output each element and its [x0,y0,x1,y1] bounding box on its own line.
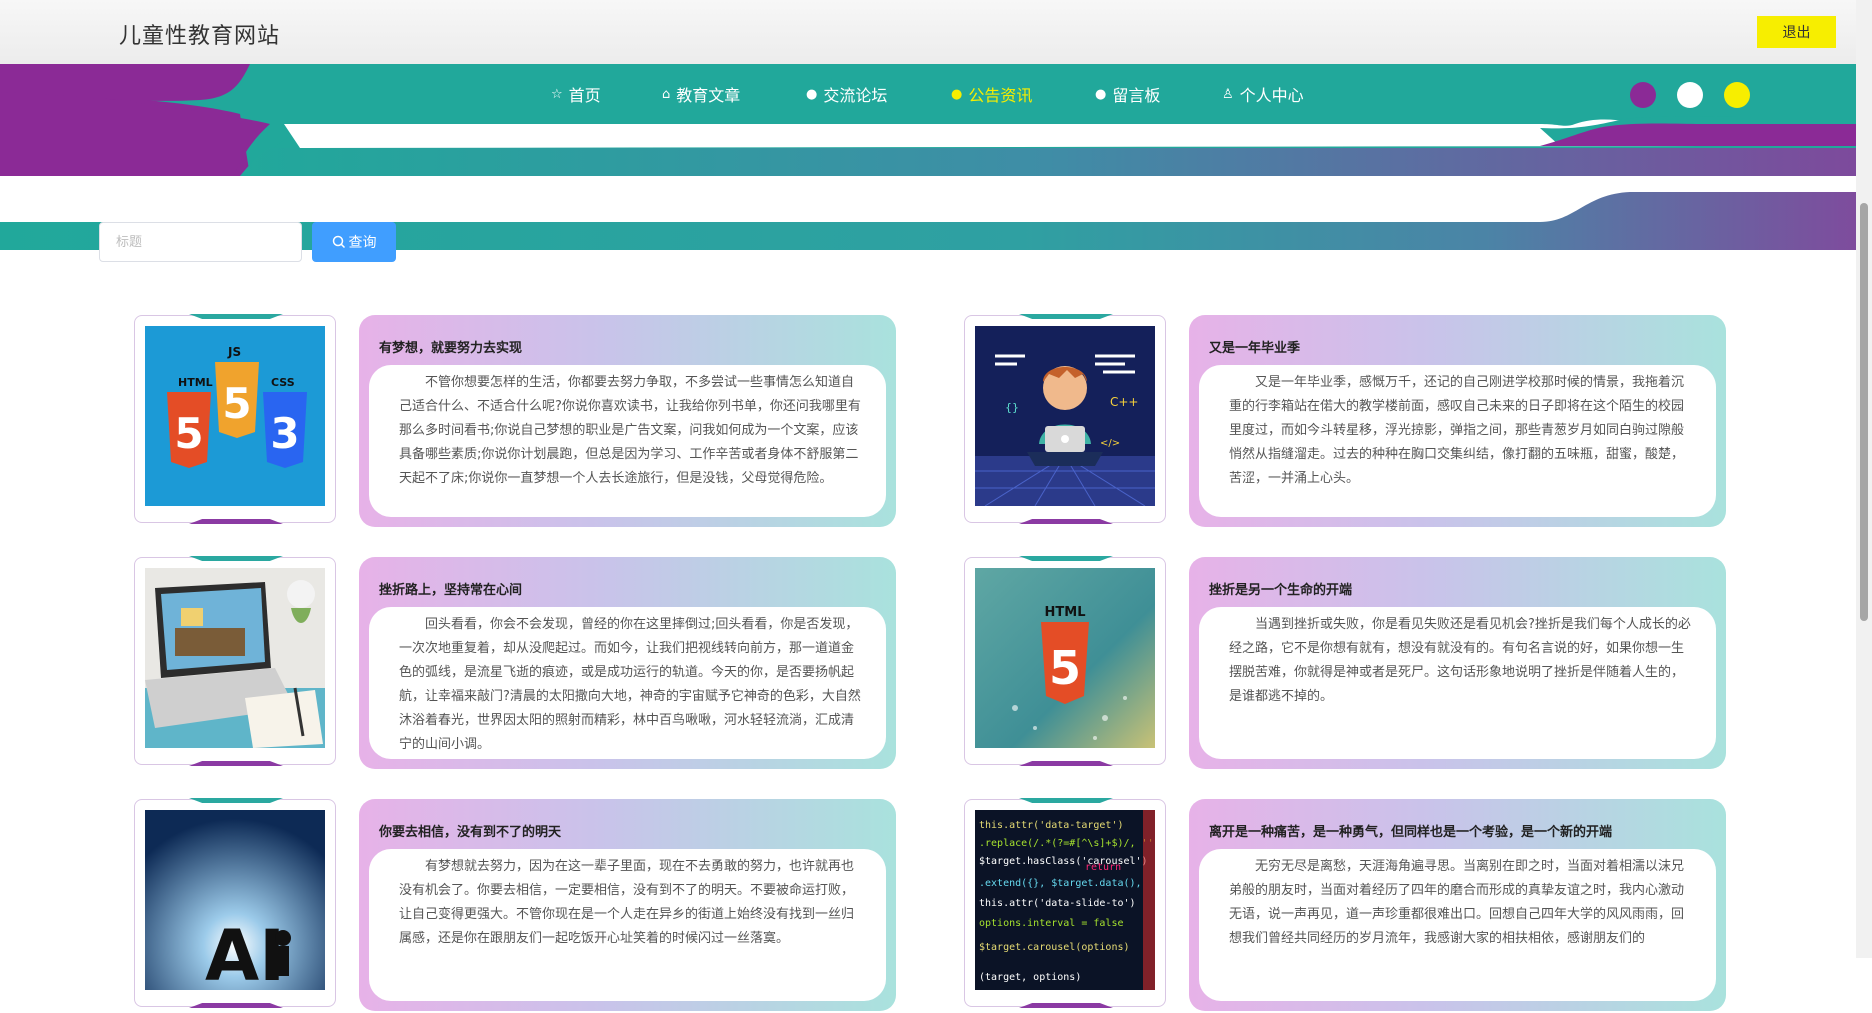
svg-text:C++: C++ [1110,395,1139,409]
top-bar: 儿童性教育网站 退出 [0,0,1856,64]
article-title[interactable]: 挫折是另一个生命的开端 [1209,579,1352,598]
svg-text:HTML: HTML [178,376,213,389]
svg-text:(target, options): (target, options) [979,972,1081,983]
warning-circle-icon: ● [806,86,818,102]
article-title[interactable]: 你要去相信，没有到不了的明天 [379,821,561,840]
article-image-frame [134,556,336,766]
logout-button[interactable]: 退出 [1757,16,1836,48]
theme-dot-white[interactable] [1677,82,1703,108]
nav-message-board-label: 留言板 [1112,86,1161,105]
article-image-frame: HTML 5 [964,556,1166,766]
nav-home-label: 首页 [568,86,601,105]
svg-text:3: 3 [270,409,299,458]
article-text-box: 挫折是另一个生命的开端 当遇到挫折或失败，你是看见失败还是看见机会?挫折是我们每… [1189,557,1726,769]
nav-home[interactable]: ☆ 首页 [551,82,601,106]
svg-text:.extend({}, $target.data(),: .extend({}, $target.data(), [979,878,1142,889]
svg-text:JS: JS [227,345,241,359]
article-thumbnail[interactable]: this.attr('data-target') .replace(/.*(?=… [975,810,1155,990]
article-summary: 无穷无尽是离愁，天涯海角遍寻思。当离别在即之时，当面对着相濡以沫兄弟般的朋友时，… [1199,849,1716,1001]
svg-text:.replace(/.*(?=#[^\s]+$)/, ''): .replace(/.*(?=#[^\s]+$)/, '') [979,838,1155,849]
site-title: 儿童性教育网站 [119,24,281,49]
title-search-input[interactable] [99,222,302,262]
article-card[interactable]: HTML JS CSS 5 5 3 有梦想，就要努力去实现 不管你想要怎样的生活… [134,314,934,529]
article-thumbnail[interactable] [145,568,325,748]
search-button-label: 查询 [348,234,377,250]
svg-text:CSS: CSS [271,376,295,389]
article-title[interactable]: 离开是一种痛苦，是一种勇气，但同样也是一个考验，是一个新的开端 [1209,821,1612,840]
svg-text:options.interval = false: options.interval = false [979,918,1124,929]
nav-announcements[interactable]: ● 公告资讯 [951,82,1032,106]
star-icon: ☆ [551,86,563,102]
article-summary: 不管你想要怎样的生活，你都要去努力争取，不多尝试一些事情怎么知道自己适合什么、不… [369,365,886,517]
article-card[interactable]: 挫折路上，坚持常在心间 回头看看，你会不会发现，曾经的你在这里摔倒过;回头看看，… [134,556,934,771]
svg-text:return: return [1085,862,1121,873]
article-text-box: 离开是一种痛苦，是一种勇气，但同样也是一个考验，是一个新的开端 无穷无尽是离愁，… [1189,799,1726,1011]
search-button[interactable]: 查询 [312,222,396,262]
svg-text:HTML: HTML [1045,605,1086,620]
article-text-box: 有梦想，就要努力去实现 不管你想要怎样的生活，你都要去努力争取，不多尝试一些事情… [359,315,896,527]
page-scrollbar-thumb[interactable] [1860,203,1868,621]
article-card[interactable]: this.attr('data-target') .replace(/.*(?=… [964,798,1764,1013]
svg-text:AI: AI [205,915,285,990]
article-image-frame: this.attr('data-target') .replace(/.*(?=… [964,798,1166,1008]
article-image-frame: {} C++ </> [964,314,1166,524]
article-summary: 回头看看，你会不会发现，曾经的你在这里摔倒过;回头看看，你是否发现，一次次地重复… [369,607,886,759]
theme-dot-purple[interactable] [1630,82,1656,108]
nav-message-board[interactable]: ● 留言板 [1095,82,1160,106]
nav-articles-label: 教育文章 [676,86,741,105]
svg-text:$target.carousel(options): $target.carousel(options) [979,942,1130,953]
user-icon: ♙ [1222,86,1234,102]
article-text-box: 又是一年毕业季 又是一年毕业季，感慨万千，还记的自己刚进学校那时候的情景，我拖着… [1189,315,1726,527]
article-image-frame: AI [134,798,336,1008]
main-nav: ☆ 首页 ⌂ 教育文章 ● 交流论坛 ● 公告资讯 ● 留言板 ♙ 个人中心 [0,64,1856,124]
article-summary: 当遇到挫折或失败，你是看见失败还是看见机会?挫折是我们每个人成长的必经之路，它不… [1199,607,1716,759]
svg-text:</>: </> [1100,438,1120,449]
article-image-frame: HTML JS CSS 5 5 3 [134,314,336,524]
article-title[interactable]: 挫折路上，坚持常在心间 [379,579,522,598]
svg-text:$target.hasClass('carousel'): $target.hasClass('carousel') [979,856,1148,867]
question-circle-icon: ● [951,86,963,102]
nav-announcements-label: 公告资讯 [968,86,1033,105]
article-card[interactable]: {} C++ </> 又是一年毕业季 又是一年毕业季，感慨万千，还记的自己刚进学… [964,314,1764,529]
article-summary: 又是一年毕业季，感慨万千，还记的自己刚进学校那时候的情景，我拖着沉重的行李箱站在… [1199,365,1716,517]
article-thumbnail[interactable]: HTML 5 [975,568,1155,748]
article-title[interactable]: 又是一年毕业季 [1209,337,1300,356]
article-title[interactable]: 有梦想，就要努力去实现 [379,337,522,356]
article-thumbnail[interactable]: HTML JS CSS 5 5 3 [145,326,325,506]
svg-text:this.attr('data-target'): this.attr('data-target') [979,820,1124,831]
svg-text:this.attr('data-slide-to'): this.attr('data-slide-to') [979,898,1136,909]
article-text-box: 你要去相信，没有到不了的明天 有梦想就去努力，因为在这一辈子里面，现在不去勇敢的… [359,799,896,1011]
svg-text:5: 5 [174,409,203,458]
article-card[interactable]: AI 你要去相信，没有到不了的明天 有梦想就去努力，因为在这一辈子里面，现在不去… [134,798,934,1013]
info-circle-icon: ● [1095,86,1107,102]
svg-text:5: 5 [222,379,251,428]
svg-text:{}: {} [1005,401,1019,414]
article-card[interactable]: HTML 5 挫折是另一个生命的开端 当遇到挫折或失败，你是看见失败还是看见机会… [964,556,1764,771]
article-thumbnail[interactable]: {} C++ </> [975,326,1155,506]
nav-user-center[interactable]: ♙ 个人中心 [1222,82,1304,106]
nav-forum-label: 交流论坛 [823,86,888,105]
theme-dot-yellow[interactable] [1724,82,1750,108]
nav-user-center-label: 个人中心 [1239,86,1304,105]
article-summary: 有梦想就去努力，因为在这一辈子里面，现在不去勇敢的努力，也许就再也没有机会了。你… [369,849,886,1001]
nav-forum[interactable]: ● 交流论坛 [806,82,887,106]
nav-articles[interactable]: ⌂ 教育文章 [662,82,740,106]
article-text-box: 挫折路上，坚持常在心间 回头看看，你会不会发现，曾经的你在这里摔倒过;回头看看，… [359,557,896,769]
search-icon [332,235,345,249]
svg-text:5: 5 [1049,641,1081,695]
article-thumbnail[interactable]: AI [145,810,325,990]
bag-icon: ⌂ [662,86,671,102]
